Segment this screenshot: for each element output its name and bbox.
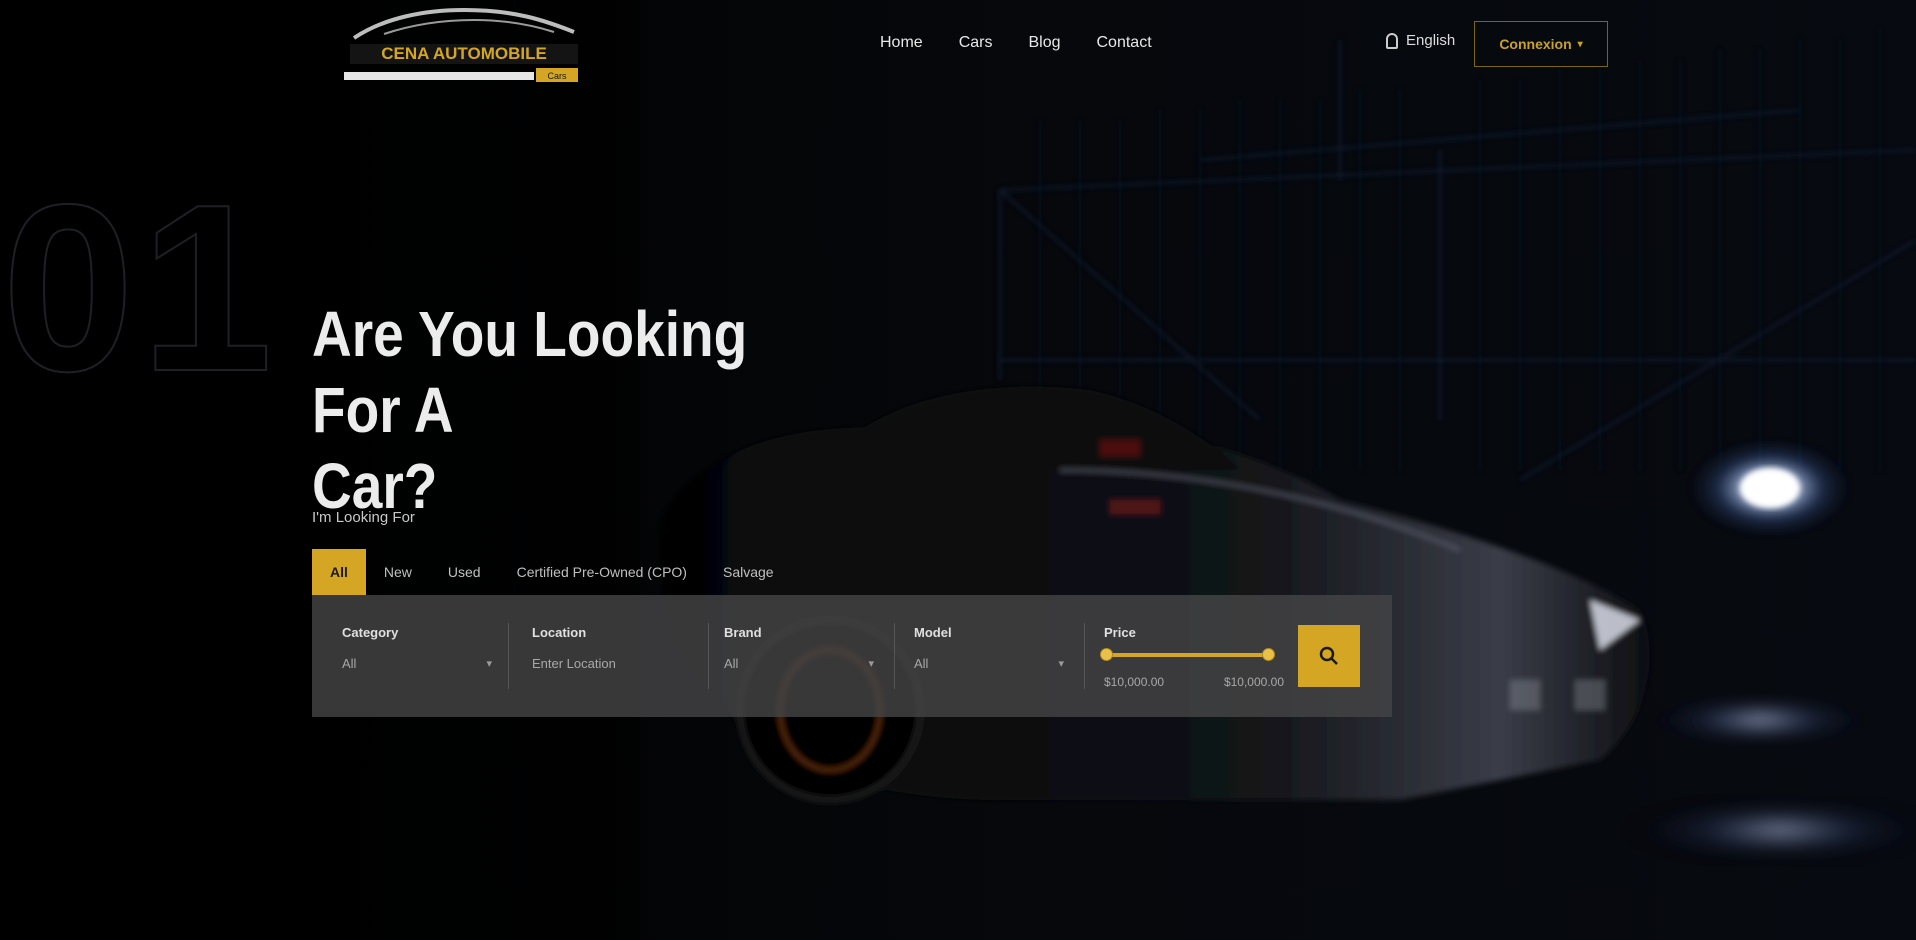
- hero-headline-line1: Are You Looking For A: [312, 298, 748, 446]
- brand-label: Brand: [724, 625, 762, 640]
- price-max-value: $10,000.00: [1223, 675, 1284, 689]
- field-divider: [894, 623, 895, 689]
- login-label: Connexion: [1499, 36, 1572, 52]
- brand-select[interactable]: Brand All ▾: [724, 625, 874, 685]
- search-icon: [1319, 646, 1338, 665]
- chevron-down-icon: ▾: [1577, 38, 1583, 50]
- hero-background-image: [0, 0, 1916, 940]
- location-field[interactable]: Location Enter Location: [532, 625, 692, 685]
- main-nav: Home Cars Blog Contact: [862, 32, 1170, 54]
- brand-value: All: [724, 656, 739, 671]
- car-search-panel: Category All ▾ Location Enter Location B…: [312, 595, 1392, 717]
- tab-used[interactable]: Used: [430, 549, 499, 595]
- location-placeholder: Enter Location: [532, 656, 616, 671]
- field-divider: [1084, 623, 1085, 689]
- logo-subtext: Cars: [547, 71, 567, 81]
- chevron-down-icon: ▾: [486, 658, 492, 670]
- condition-tabs: All New Used Certified Pre-Owned (CPO) S…: [312, 549, 792, 595]
- logo-text: CENA AUTOMOBILE: [381, 44, 547, 63]
- model-select[interactable]: Model All ▾: [914, 625, 1064, 685]
- nav-item-home[interactable]: Home: [862, 32, 941, 54]
- search-button[interactable]: [1298, 625, 1360, 687]
- language-switcher[interactable]: English: [1386, 32, 1455, 49]
- price-min-handle[interactable]: [1100, 648, 1113, 661]
- tab-salvage[interactable]: Salvage: [705, 549, 792, 595]
- tab-certified-pre-owned[interactable]: Certified Pre-Owned (CPO): [499, 549, 705, 595]
- model-value: All: [914, 656, 929, 671]
- category-value: All: [342, 656, 357, 671]
- model-label: Model: [914, 625, 952, 640]
- looking-for-label: I'm Looking For: [312, 509, 415, 526]
- brand-logo[interactable]: CENA AUTOMOBILE Cars: [344, 4, 584, 88]
- location-label: Location: [532, 625, 587, 640]
- language-label: English: [1406, 32, 1456, 49]
- field-divider: [508, 623, 509, 689]
- tab-new[interactable]: New: [366, 549, 430, 595]
- category-select[interactable]: Category All ▾: [342, 625, 492, 685]
- price-label: Price: [1104, 625, 1136, 640]
- chevron-down-icon: ▾: [868, 658, 874, 670]
- nav-item-contact[interactable]: Contact: [1079, 32, 1170, 54]
- hero-stage: CENA AUTOMOBILE Cars Home Cars Blog Cont…: [0, 0, 1916, 940]
- nav-item-blog[interactable]: Blog: [1010, 32, 1078, 54]
- login-button[interactable]: Connexion ▾: [1474, 21, 1608, 67]
- slide-number: 01: [1, 156, 279, 421]
- chevron-down-icon: ▾: [1058, 658, 1064, 670]
- field-divider: [708, 623, 709, 689]
- nav-item-cars[interactable]: Cars: [941, 32, 1011, 54]
- category-label: Category: [342, 625, 399, 640]
- price-range[interactable]: Price $10,000.00 $10,000.00: [1100, 625, 1284, 689]
- tab-all[interactable]: All: [312, 549, 366, 595]
- price-max-handle[interactable]: [1262, 648, 1275, 661]
- globe-icon: [1386, 32, 1398, 49]
- hero-headline: Are You Looking For A Car?: [312, 296, 828, 524]
- price-slider-track[interactable]: [1104, 653, 1270, 657]
- price-min-value: $10,000.00: [1104, 675, 1165, 689]
